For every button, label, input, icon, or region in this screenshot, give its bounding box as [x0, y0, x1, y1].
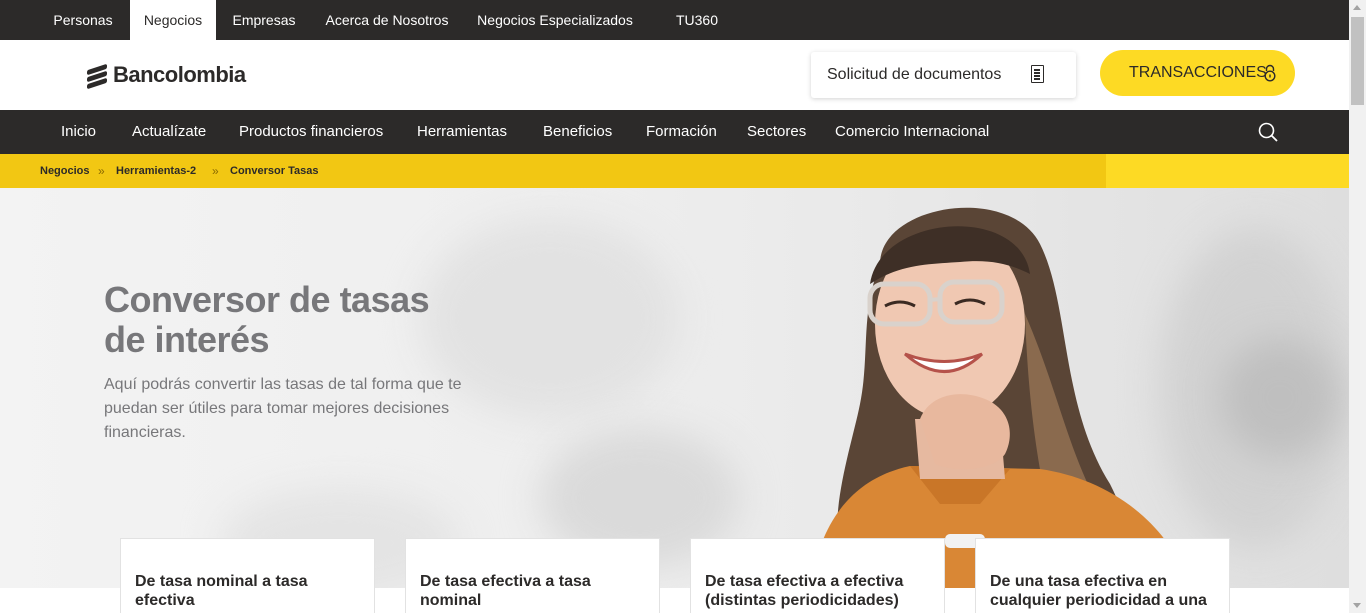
scroll-down-icon[interactable] [1353, 603, 1361, 608]
bancolombia-logo[interactable]: Bancolombia [87, 60, 246, 90]
brand-name: Bancolombia [113, 62, 246, 87]
tab-tu360[interactable]: TU360 [662, 0, 732, 40]
nav-herramientas[interactable]: Herramientas [417, 110, 507, 154]
page-title: Conversor de tasas de interés [104, 279, 430, 360]
nav-productos-financieros[interactable]: Productos financieros [239, 110, 383, 154]
breadcrumb: Negocios » Herramientas-2 » Conversor Ta… [0, 154, 1349, 188]
document-request-button[interactable]: Solicitud de documentos [811, 52, 1076, 98]
tab-personas[interactable]: Personas [39, 0, 127, 40]
tab-empresas[interactable]: Empresas [220, 0, 308, 40]
document-list-icon [1031, 65, 1044, 83]
card-title: De una tasa efectiva en cualquier period… [990, 573, 1207, 609]
segment-bar: Personas Negocios Empresas Acerca de Nos… [0, 0, 1349, 40]
smiling-woman-photo [810, 207, 1190, 588]
breadcrumb-separator: » [212, 164, 219, 178]
card-any-periodicity[interactable]: De una tasa efectiva en cualquier period… [975, 538, 1230, 613]
document-request-label: Solicitud de documentos [827, 66, 1002, 83]
card-title: De tasa nominal a tasa efectiva [135, 573, 308, 609]
card-effective-to-effective[interactable]: De tasa efectiva a efectiva (distintas p… [690, 538, 945, 613]
tab-negocios[interactable]: Negocios [130, 0, 216, 40]
card-nominal-to-effective[interactable]: De tasa nominal a tasa efectiva [120, 538, 375, 613]
site-header: Bancolombia Solicitud de documentos TRAN… [0, 40, 1349, 110]
nav-actualizate[interactable]: Actualízate [132, 110, 206, 154]
breadcrumb-herramientas[interactable]: Herramientas-2 [116, 154, 196, 188]
search-icon[interactable] [1258, 122, 1278, 142]
tab-acerca-de-nosotros[interactable]: Acerca de Nosotros [318, 0, 456, 40]
breadcrumb-separator: » [98, 164, 105, 178]
transactions-button[interactable]: TRANSACCIONES [1100, 50, 1295, 96]
hero-banner: Conversor de tasas de interés Aquí podrá… [0, 188, 1349, 588]
nav-formacion[interactable]: Formación [646, 110, 717, 154]
breadcrumb-current: Conversor Tasas [230, 165, 319, 177]
scroll-up-icon[interactable] [1353, 5, 1361, 10]
scrollbar-thumb[interactable] [1351, 17, 1364, 105]
nav-comercio-internacional[interactable]: Comercio Internacional [835, 110, 989, 154]
main-navigation: Inicio Actualízate Productos financieros… [0, 110, 1349, 154]
card-title: De tasa efectiva a tasa nominal [420, 573, 591, 609]
breadcrumb-negocios[interactable]: Negocios [40, 154, 90, 188]
nav-sectores[interactable]: Sectores [747, 110, 806, 154]
page-scrollbar[interactable] [1349, 0, 1366, 613]
card-effective-to-nominal[interactable]: De tasa efectiva a tasa nominal [405, 538, 660, 613]
card-title: De tasa efectiva a efectiva (distintas p… [705, 573, 904, 609]
hero-description: Aquí podrás convertir las tasas de tal f… [104, 376, 462, 441]
nav-inicio[interactable]: Inicio [61, 110, 96, 154]
nav-beneficios[interactable]: Beneficios [543, 110, 612, 154]
bancolombia-mark-icon [87, 63, 109, 90]
tab-negocios-especializados[interactable]: Negocios Especializados [470, 0, 640, 40]
transactions-label: TRANSACCIONES [1129, 64, 1267, 81]
lock-icon [1264, 64, 1276, 82]
